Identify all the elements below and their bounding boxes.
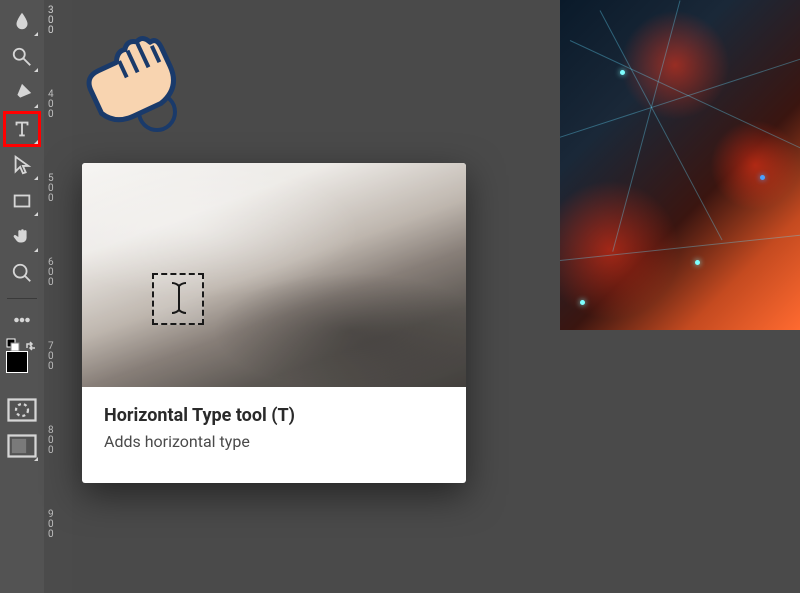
blur-tool[interactable]	[4, 4, 40, 38]
annotation-pointer-hand	[72, 30, 182, 140]
pen-tool[interactable]	[4, 76, 40, 110]
path-selection-tool[interactable]	[4, 148, 40, 182]
document-preview[interactable]	[560, 0, 800, 330]
t-icon	[11, 118, 33, 140]
lollipop-icon	[11, 46, 33, 68]
dots-icon	[11, 309, 33, 331]
default-colors-icon[interactable]	[6, 337, 20, 351]
type-cursor-icon	[168, 281, 190, 315]
tool-tooltip: Horizontal Type tool (T) Adds horizontal…	[82, 163, 466, 483]
tooltip-preview-image	[82, 163, 466, 387]
hand-icon	[11, 226, 33, 248]
zoom-tool[interactable]	[4, 256, 40, 290]
edit-toolbar-button[interactable]	[4, 307, 40, 333]
tooltip-title: Horizontal Type tool (T)	[104, 405, 444, 426]
swap-colors-icon[interactable]	[24, 337, 38, 351]
quick-mask-tool[interactable]	[4, 393, 40, 427]
rectangle-icon	[11, 190, 33, 212]
hand-tool[interactable]	[4, 220, 40, 254]
foreground-color-swatch[interactable]	[6, 351, 28, 373]
pen-nib-icon	[11, 82, 33, 104]
vertical-ruler: 300 300 400 500 600 700 800 900	[44, 0, 72, 593]
screen-mode-tool[interactable]	[4, 429, 40, 463]
screen-mode-icon	[4, 428, 40, 464]
dodge-tool[interactable]	[4, 40, 40, 74]
quick-mask-icon	[4, 392, 40, 428]
type-tool[interactable]	[4, 112, 40, 146]
color-swatches[interactable]	[4, 337, 40, 373]
tooltip-description: Adds horizontal type	[104, 432, 444, 451]
rectangle-tool[interactable]	[4, 184, 40, 218]
tools-panel	[0, 0, 44, 593]
toolbar-divider	[7, 298, 37, 299]
droplet-icon	[11, 10, 33, 32]
arrow-cursor-icon	[11, 154, 33, 176]
magnifier-icon	[11, 262, 33, 284]
